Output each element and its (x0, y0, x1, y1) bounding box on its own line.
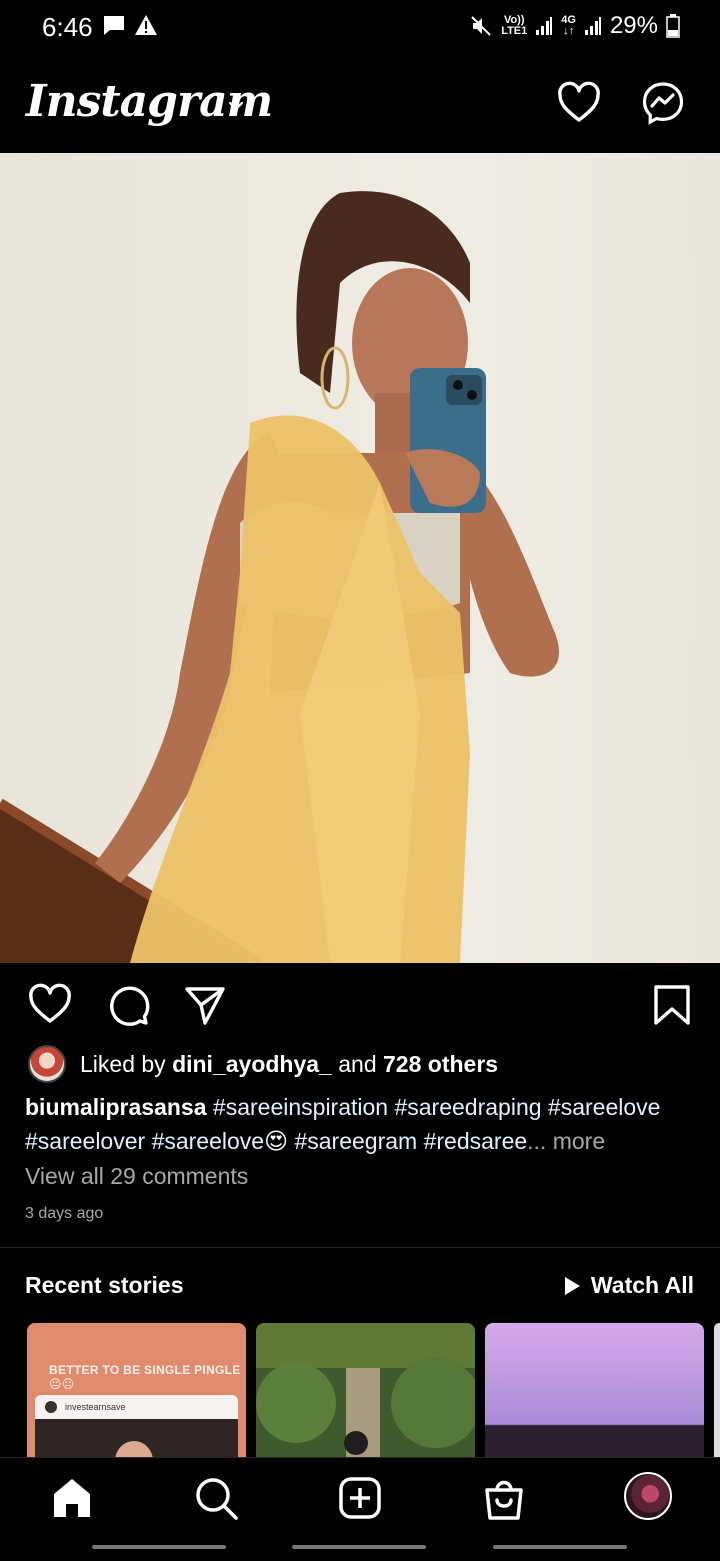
story-card[interactable] (256, 1323, 475, 1458)
message-notification-icon (104, 16, 124, 35)
recent-stories-title: Recent stories (25, 1272, 184, 1298)
post-timestamp: 3 days ago (25, 1205, 104, 1222)
caption-hashtags-line2[interactable]: #sareelover #sareelove (25, 1128, 264, 1154)
create-post-icon[interactable] (336, 1474, 384, 1522)
likes-text: Liked by dini_ayodhya_ and 728 others (80, 1050, 499, 1077)
liker-username[interactable]: dini_ayodhya_ (172, 1051, 332, 1077)
signal-icon (536, 17, 553, 35)
liker-avatar (28, 1045, 66, 1083)
battery-percent: 29% (609, 12, 658, 39)
gesture-bar (292, 1545, 426, 1549)
caption-more-link[interactable]: more (546, 1128, 605, 1154)
profile-avatar[interactable] (624, 1472, 672, 1520)
stories-strip: BETTER TO BE SINGLE PINGLE 😐😐 investearn… (0, 1323, 720, 1458)
search-icon[interactable] (192, 1474, 240, 1522)
likes-row[interactable]: Liked by dini_ayodhya_ and 728 others (28, 1045, 499, 1083)
heart-eyes-emoji: 😍 (264, 1128, 289, 1154)
divider (0, 1247, 720, 1248)
volte-indicator: Vo)) LTE1 (501, 14, 528, 37)
post-username[interactable]: biumaliprasansa (25, 1094, 207, 1120)
post-photo[interactable] (0, 153, 720, 963)
signal-icon (584, 17, 601, 35)
watch-all-label: Watch All (590, 1272, 694, 1298)
story-handle: investearnsave (65, 1402, 126, 1412)
battery-icon (666, 14, 680, 38)
share-send-icon[interactable] (183, 983, 227, 1027)
story-embedded-post: investearnsave (35, 1395, 238, 1458)
messenger-icon[interactable] (640, 80, 686, 126)
play-icon (564, 1276, 580, 1295)
post-actions (0, 963, 720, 1045)
avatar (45, 1401, 57, 1413)
post-caption: biumaliprasansa #sareeinspiration #saree… (25, 1094, 661, 1154)
likes-count[interactable]: 728 others (383, 1051, 498, 1077)
gesture-bar (92, 1545, 226, 1549)
chevron-down-icon[interactable] (226, 96, 246, 116)
story-text: BETTER TO BE SINGLE PINGLE 😐😐 (49, 1363, 241, 1391)
watch-all-button[interactable]: Watch All (563, 1272, 694, 1299)
caption-hashtags-line1[interactable]: #sareeinspiration #sareedraping #sareelo… (207, 1094, 661, 1120)
4g-indicator: 4G ↓↑ (561, 14, 576, 37)
story-card[interactable] (714, 1323, 720, 1458)
view-comments-link[interactable]: View all 29 comments (25, 1163, 248, 1190)
comment-icon[interactable] (106, 983, 150, 1027)
status-time: 6:46 (42, 12, 93, 42)
story-card[interactable]: BETTER TO BE SINGLE PINGLE 😐😐 investearn… (27, 1323, 246, 1458)
shop-bag-icon[interactable] (480, 1474, 528, 1522)
gesture-bar (493, 1545, 627, 1549)
bookmark-icon[interactable] (650, 983, 694, 1027)
app-header: Instagram (0, 56, 720, 153)
warning-icon (135, 15, 157, 35)
mute-icon (471, 16, 491, 36)
post-photo-illustration (0, 191, 559, 963)
status-bar: 6:46 Vo)) LTE1 4G ↓↑ 29% (0, 0, 720, 56)
caption-hashtags-line2b[interactable]: #sareegram #redsaree (288, 1128, 527, 1154)
like-heart-icon[interactable] (28, 983, 72, 1027)
story-tree-image (256, 1358, 475, 1458)
story-face-image (115, 1441, 153, 1458)
story-card[interactable] (485, 1323, 704, 1458)
notifications-heart-icon[interactable] (556, 80, 602, 126)
home-icon[interactable] (48, 1474, 96, 1522)
